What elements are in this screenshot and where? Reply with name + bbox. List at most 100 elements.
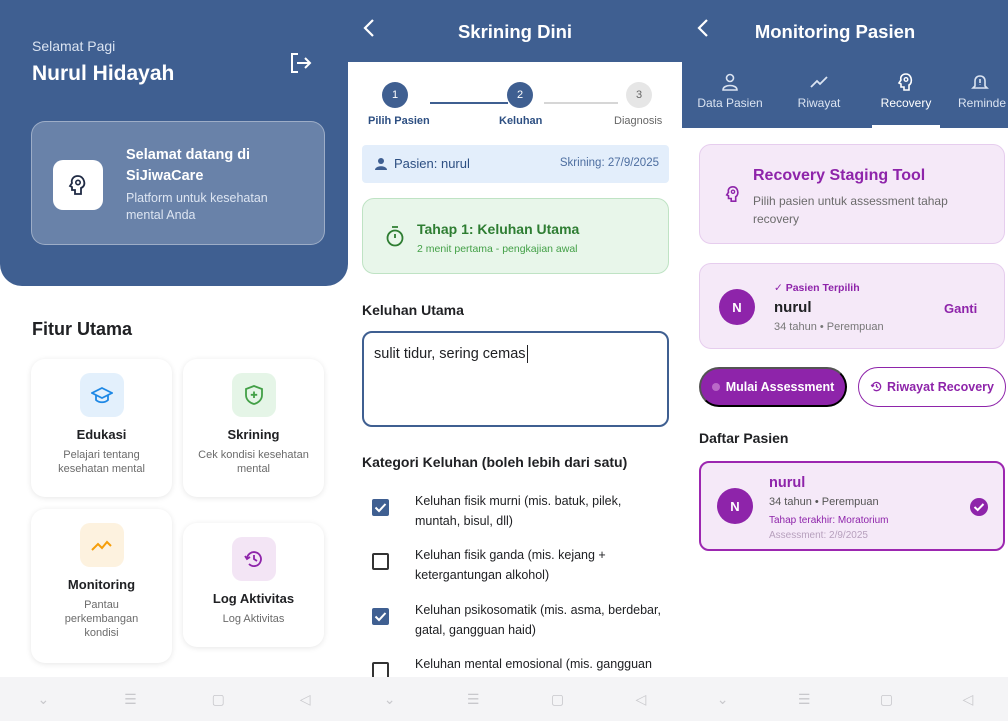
feature-desc: Cek kondisi kesehatan mental xyxy=(198,449,309,475)
brain-icon xyxy=(897,73,913,91)
checkbox-checked[interactable] xyxy=(372,608,389,625)
selected-name: nurul xyxy=(774,299,812,316)
patient-list-title: Daftar Pasien xyxy=(699,430,789,446)
system-nav-bar: ⌄ ☰ ▢ ◁ xyxy=(348,677,682,721)
step-label: Pilih Pasien xyxy=(368,115,430,127)
features-title: Fitur Utama xyxy=(32,319,133,339)
patient-meta: 34 tahun • Perempuan xyxy=(769,496,879,508)
checkbox-checked[interactable] xyxy=(372,499,389,516)
back-triangle-icon[interactable]: ◁ xyxy=(300,691,311,708)
button-label: Riwayat Recovery xyxy=(886,380,994,394)
tab-riwayat[interactable]: Riwayat xyxy=(778,62,860,128)
change-patient-button[interactable]: Ganti xyxy=(944,301,977,316)
welcome-title: Selamat datang di SiJiwaCare xyxy=(126,147,251,184)
shield-plus-icon xyxy=(231,373,276,417)
feature-card-log-aktivitas[interactable]: Log Aktivitas Log Aktivitas xyxy=(183,523,324,647)
selected-label: ✓ Pasien Terpilih xyxy=(774,282,860,294)
tab-label: Reminde xyxy=(958,96,1007,110)
step-2-dot: 2 xyxy=(507,82,533,108)
category-label: Kategori Keluhan (boleh lebih dari satu) xyxy=(362,454,628,470)
category-option[interactable]: Keluhan fisik murni (mis. batuk, pilek, … xyxy=(362,491,672,535)
patient-name: nurul xyxy=(769,475,806,491)
back-triangle-icon[interactable]: ◁ xyxy=(963,691,974,708)
category-option[interactable]: Keluhan psikosomatik (mis. asma, berdeba… xyxy=(362,600,672,644)
feature-card-edukasi[interactable]: Edukasi Pelajari tentang kesehatan menta… xyxy=(31,359,172,497)
greeting-text: Selamat Pagi xyxy=(32,38,116,54)
feature-card-skrining[interactable]: Skrining Cek kondisi kesehatan mental xyxy=(183,359,324,497)
user-name: Nurul Hidayah xyxy=(32,62,175,85)
patient-assessment: Assessment: 2/9/2025 xyxy=(769,530,868,541)
tool-subtitle: Pilih pasien untuk assessment tahap reco… xyxy=(753,194,948,226)
step-3-dot: 3 xyxy=(626,82,652,108)
category-text: Keluhan psikosomatik (mis. asma, berdeba… xyxy=(415,603,661,637)
feature-desc: Pantau perkembangan kondisi xyxy=(64,599,139,639)
tool-title: Recovery Staging Tool xyxy=(753,167,926,184)
feature-desc: Pelajari tentang kesehatan mental xyxy=(58,449,145,475)
timer-icon xyxy=(386,226,404,247)
screening-date: Skrining: 27/9/2025 xyxy=(559,157,659,169)
menu-icon[interactable]: ☰ xyxy=(798,691,811,708)
trend-line-icon xyxy=(79,523,124,567)
check-circle-icon xyxy=(970,498,988,516)
history-icon xyxy=(870,381,882,392)
app-bar: Skrining Dini xyxy=(348,0,682,62)
avatar: N xyxy=(717,488,753,524)
person-icon xyxy=(722,73,738,91)
brain-icon xyxy=(725,185,739,203)
feature-label: Monitoring xyxy=(67,577,136,592)
tab-reminder[interactable]: Reminde xyxy=(952,62,1008,128)
avatar: N xyxy=(719,289,755,325)
step-label: Keluhan xyxy=(499,115,543,127)
complaint-value: sulit tidur, sering cemas xyxy=(374,345,526,362)
system-nav-bar: ⌄ ☰ ▢ ◁ xyxy=(0,677,348,721)
start-assessment-button[interactable]: Mulai Assessment xyxy=(699,367,847,407)
home-header: Selamat Pagi Nurul Hidayah Selamat datan… xyxy=(0,0,348,286)
feature-card-monitoring[interactable]: Monitoring Pantau perkembangan kondisi xyxy=(31,509,172,663)
stage-title: Tahap 1: Keluhan Utama xyxy=(417,221,580,237)
selected-patient-card: N ✓ Pasien Terpilih nurul 34 tahun • Per… xyxy=(699,263,1005,349)
tab-label: Recovery xyxy=(880,96,932,110)
tab-data-pasien[interactable]: Data Pasien xyxy=(682,62,778,128)
home-screen: Selamat Pagi Nurul Hidayah Selamat datan… xyxy=(0,0,348,721)
page-title: Skrining Dini xyxy=(457,21,573,42)
recovery-tool-card: Recovery Staging Tool Pilih pasien untuk… xyxy=(699,144,1005,244)
tab-recovery[interactable]: Recovery xyxy=(872,62,940,128)
step-1-dot: 1 xyxy=(382,82,408,108)
home-square-icon[interactable]: ▢ xyxy=(551,691,564,708)
tab-label: Data Pasien xyxy=(697,96,763,110)
stage-card: Tahap 1: Keluhan Utama 2 menit pertama -… xyxy=(362,198,669,274)
step-connector xyxy=(430,102,508,104)
dot-icon xyxy=(711,383,720,391)
chevron-down-icon[interactable]: ⌄ xyxy=(37,691,49,708)
bell-icon xyxy=(971,75,989,89)
text-caret xyxy=(526,345,529,363)
chevron-down-icon[interactable]: ⌄ xyxy=(717,691,729,708)
brain-icon xyxy=(53,160,103,210)
button-label: Mulai Assessment xyxy=(725,380,835,394)
feature-label: Edukasi xyxy=(76,427,127,442)
category-option[interactable]: Keluhan fisik ganda (mis. kejang + keter… xyxy=(362,545,672,589)
recovery-history-button[interactable]: Riwayat Recovery xyxy=(858,367,1006,407)
back-triangle-icon[interactable]: ◁ xyxy=(636,691,647,708)
patient-info-bar: Pasien: nurul Skrining: 27/9/2025 xyxy=(362,145,669,183)
tab-label: Riwayat xyxy=(797,96,841,110)
patient-name: Pasien: nurul xyxy=(394,156,470,171)
checkbox-unchecked[interactable] xyxy=(372,553,389,570)
welcome-subtitle: Platform untuk kesehatan mental Anda xyxy=(126,191,268,222)
step-label: Diagnosis xyxy=(614,115,663,127)
home-square-icon[interactable]: ▢ xyxy=(880,691,893,708)
logout-icon[interactable] xyxy=(288,52,314,74)
feature-desc: Log Aktivitas xyxy=(222,613,285,625)
patient-list-item[interactable]: N nurul 34 tahun • Perempuan Tahap terak… xyxy=(699,461,1005,551)
chevron-down-icon[interactable]: ⌄ xyxy=(384,691,396,708)
check-icon xyxy=(374,612,387,622)
home-square-icon[interactable]: ▢ xyxy=(212,691,225,708)
person-icon xyxy=(375,158,387,170)
app-bar: Monitoring Pasien xyxy=(682,0,1008,62)
trend-line-icon xyxy=(810,76,828,88)
menu-icon[interactable]: ☰ xyxy=(124,691,137,708)
page-title: Monitoring Pasien xyxy=(754,21,916,42)
feature-label: Skrining xyxy=(227,427,280,442)
menu-icon[interactable]: ☰ xyxy=(467,691,480,708)
complaint-textarea[interactable]: sulit tidur, sering cemas xyxy=(362,331,669,427)
